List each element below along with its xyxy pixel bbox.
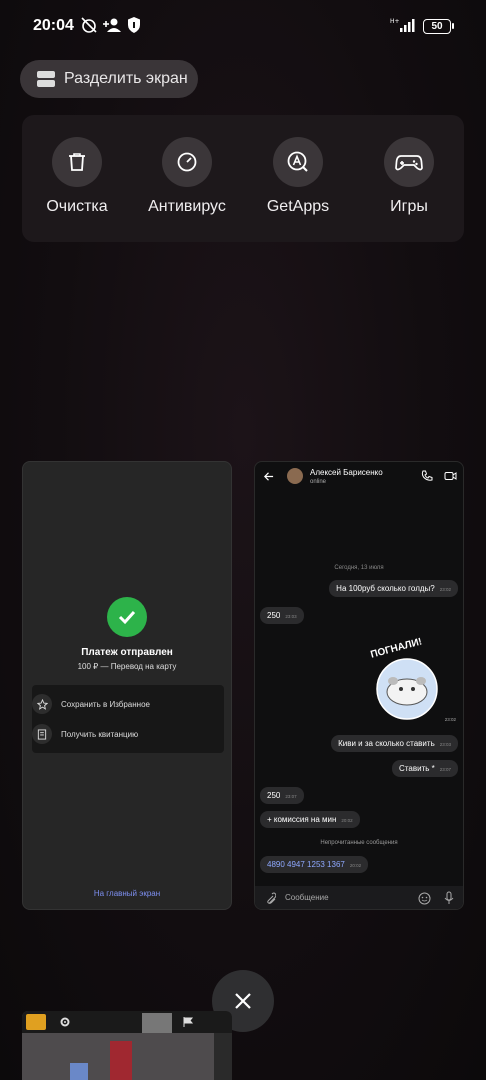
save-favorite-row: Сохранить в Избранное [32, 693, 150, 715]
gear-icon [60, 1017, 70, 1027]
battery-indicator: 50 [423, 19, 454, 34]
flag-icon [183, 1017, 194, 1027]
chat-header: Алексей Барисенко online [255, 462, 463, 492]
message-bubble: 250 23:07 [260, 787, 304, 804]
quick-action-getapps[interactable]: GetApps [243, 137, 353, 216]
app-toolbar [22, 1011, 232, 1033]
close-icon [235, 993, 251, 1009]
quick-actions-panel: Очистка Антивирус GetApps Игры [22, 115, 464, 242]
quick-action-cleanup[interactable]: Очистка [22, 137, 132, 216]
unread-divider: Непрочитанные сообщения [320, 840, 398, 846]
recent-app-card-chat[interactable]: Алексей Барисенко online Сегодня, 13 июл… [254, 461, 464, 910]
get-receipt-row: Получить квитанцию [32, 723, 138, 745]
quick-action-antivirus[interactable]: Антивирус [132, 137, 242, 216]
phone-icon [421, 470, 433, 481]
quick-action-label: GetApps [266, 198, 330, 215]
payment-title: Платеж отправлен [81, 647, 173, 658]
chat-date: Сегодня, 13 июля [334, 565, 384, 571]
success-check-icon [107, 597, 147, 637]
recent-app-card-partial[interactable] [22, 1011, 232, 1080]
quick-action-label: Очистка [46, 198, 108, 215]
alarm-off-icon [81, 17, 97, 33]
avatar [287, 468, 303, 484]
gamepad-icon [395, 155, 423, 171]
sticker-hamster: ПОГНАЛИ! 23:02 [365, 636, 456, 725]
microphone-icon [444, 891, 454, 904]
message-bubble: Ставить * 23:07 [392, 760, 458, 777]
svg-text:H+: H+ [390, 18, 400, 25]
clock: 20:04 [33, 17, 74, 34]
receipt-icon [37, 728, 47, 740]
quick-action-label: Антивирус [148, 198, 226, 215]
video-call-icon [444, 472, 457, 480]
sticker-time: 23:02 [444, 717, 456, 722]
recent-app-card-payment[interactable]: Платеж отправлен 100 ₽ — Перевод на карт… [22, 461, 232, 910]
quick-action-games[interactable]: Игры [354, 137, 464, 216]
emoji-icon [418, 892, 431, 905]
home-link: На главный экран [93, 889, 161, 898]
message-bubble: + комиссия на мин 20:02 [260, 811, 360, 828]
split-screen-icon [37, 71, 55, 87]
app-store-icon [287, 151, 308, 172]
message-input-bar: Сообщение [255, 886, 463, 909]
split-screen-label: Разделить экран [64, 70, 188, 87]
trash-icon [69, 153, 85, 171]
save-favorite-label: Сохранить в Избранное [61, 699, 150, 709]
split-screen-button[interactable]: Разделить экран [20, 60, 198, 98]
quick-action-label: Игры [390, 198, 428, 215]
message-bubble: 4890 4947 1253 1367 20:02 [260, 856, 369, 873]
message-bubble: На 100руб сколько голды? 23:02 [329, 580, 458, 597]
add-contact-icon [103, 18, 121, 32]
message-input: Сообщение [285, 893, 329, 902]
contact-status: online [310, 479, 327, 485]
back-arrow-icon [263, 472, 274, 481]
message-bubble: Киви и за сколько ставить 23:03 [331, 735, 458, 752]
shield-icon [128, 17, 140, 33]
attach-icon [267, 892, 276, 904]
star-icon [36, 698, 48, 710]
speedometer-icon [177, 152, 197, 172]
contact-name: Алексей Барисенко [310, 468, 383, 477]
signal-icon: H+ [390, 18, 415, 32]
get-receipt-label: Получить квитанцию [61, 729, 139, 739]
status-bar: 20:04 H+ 50 [0, 0, 486, 52]
payment-subtitle: 100 ₽ — Перевод на карту [77, 662, 177, 671]
message-bubble: 250 23:03 [260, 607, 304, 624]
